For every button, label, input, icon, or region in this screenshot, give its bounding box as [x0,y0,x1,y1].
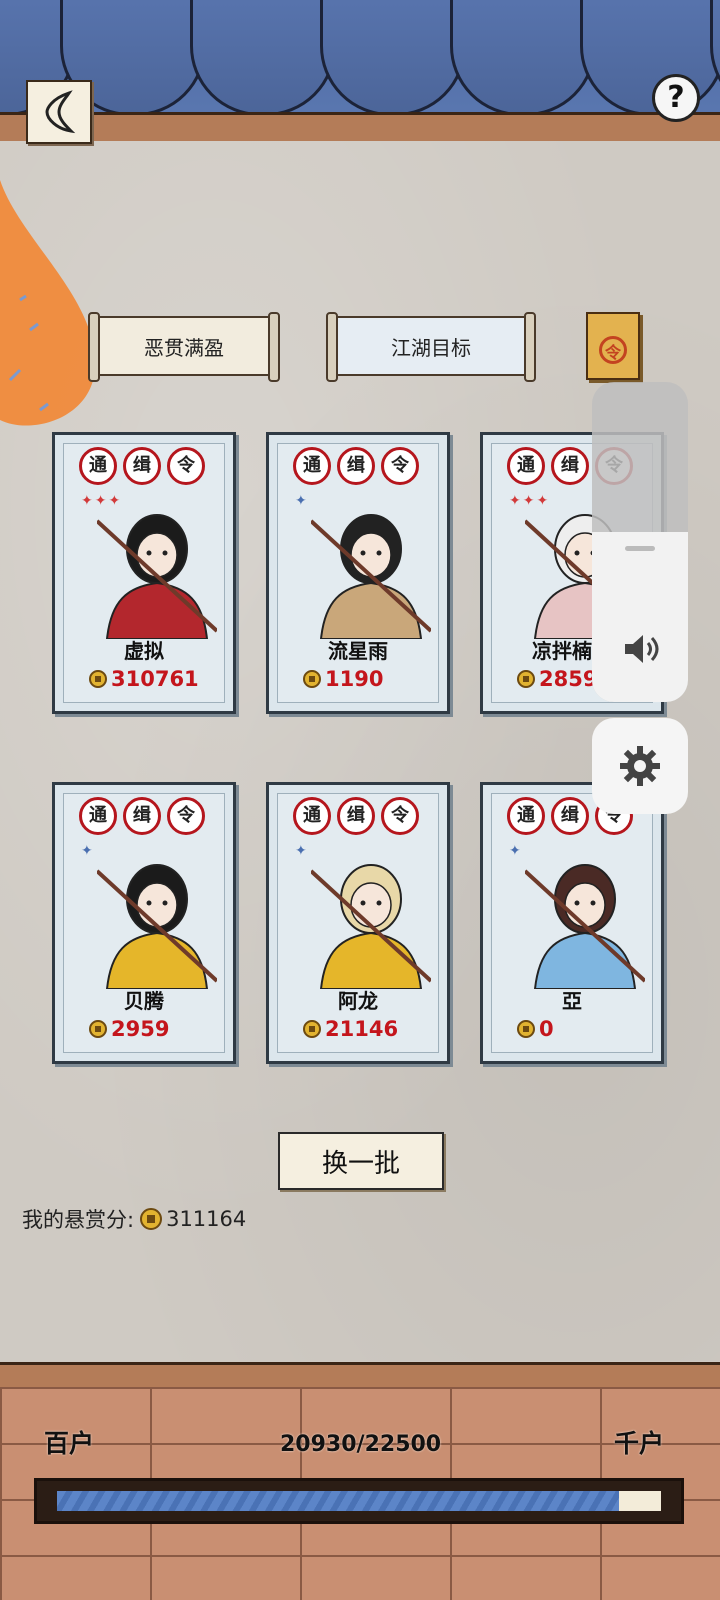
bounty-value: 2859 [539,667,598,691]
character-portrait [97,514,217,639]
coin-icon [140,1208,163,1230]
coin-icon [517,1020,535,1038]
star-rating: ✦ [509,843,523,859]
back-button[interactable] [26,80,92,144]
wanted-badges: 通缉令 [293,797,419,835]
wanted-badges: 通缉令 [79,447,205,485]
gear-icon [620,746,660,786]
back-chevron-icon [45,90,76,134]
volume-fill [592,532,688,702]
my-score-value: 311164 [166,1207,247,1231]
speaker-icon [625,635,659,663]
character-name: 贝腾 [124,989,164,1013]
rank-progress-text: 20930/22500 [280,1432,442,1457]
wanted-card[interactable]: 通缉令 ✦ 亞 0 [480,782,664,1064]
wanted-card[interactable]: 通缉令 ✦ 流星雨 1190 [266,432,450,714]
bounty-score: 2859 [517,667,597,691]
wanted-badge: 通 [293,447,331,485]
volume-slider[interactable] [592,382,688,702]
volume-handle[interactable] [625,546,655,551]
wanted-badge: 缉 [337,447,375,485]
wanted-badge: 缉 [551,797,589,835]
coin-icon [303,670,321,688]
wanted-badge: 通 [507,447,545,485]
question-mark-icon: ? [667,80,685,115]
star-icon: ✦ [81,843,95,859]
bounty-score: 310761 [89,667,199,691]
wanted-badge: 令 [381,447,419,485]
coin-icon [303,1020,321,1038]
wanted-badge: 缉 [123,797,161,835]
wanted-badge: 令 [167,447,205,485]
character-name: 虚拟 [124,639,164,663]
roof-decoration [0,0,720,118]
character-name: 亞 [562,989,582,1013]
coin-icon [517,670,535,688]
roof-beam [0,112,720,144]
help-button[interactable]: ? [652,74,700,122]
character-portrait [97,864,217,989]
character-portrait [525,864,645,989]
bounty-score: 21146 [303,1017,398,1041]
star-icon: ✦ [509,493,523,509]
bounty-value: 0 [539,1017,554,1041]
wanted-badge: 缉 [337,797,375,835]
current-rank: 百户 [44,1429,95,1458]
wanted-badge: 通 [293,797,331,835]
bounty-score: 0 [517,1017,554,1041]
star-rating: ✦ [295,843,309,859]
star-rating: ✦ [81,843,95,859]
character-portrait [311,514,431,639]
wanted-badge: 缉 [551,447,589,485]
wanted-card[interactable]: 通缉令 ✦ 贝腾 2959 [52,782,236,1064]
wanted-card[interactable]: 通缉令 ✦ 阿龙 21146 [266,782,450,1064]
character-portrait [311,864,431,989]
refresh-label: 换一批 [321,1148,400,1179]
tab-label: 江湖目标 [391,335,471,360]
tab-notorious[interactable]: 恶贯满盈 [88,312,280,382]
bounty-value: 21146 [325,1017,399,1041]
wanted-badges: 通缉令 [293,447,419,485]
coin-icon [89,670,107,688]
book-seal-icon[interactable]: 令 [586,312,640,380]
wanted-badge: 通 [79,797,117,835]
my-score-label: 我的悬赏分: [22,1208,135,1232]
star-icon: ✦ [295,843,309,859]
bounty-score: 2959 [89,1017,169,1041]
floor-beam [0,1362,720,1390]
wanted-card[interactable]: 通缉令 ✦✦✦ 虚拟 310761 [52,432,236,714]
progress-fill [57,1491,619,1511]
wanted-badge: 令 [381,797,419,835]
next-rank: 千户 [614,1429,665,1458]
wanted-badges: 通缉令 [79,797,205,835]
rank-progress-bar [34,1478,684,1524]
bounty-value: 1190 [325,667,384,691]
star-icon: ✦ [509,843,523,859]
character-name: 阿龙 [338,989,378,1013]
my-bounty-score: 我的悬赏分: 311164 [22,1204,246,1234]
star-rating: ✦ [295,493,309,509]
character-name: 流星雨 [328,639,388,663]
wanted-badge: 通 [507,797,545,835]
wanted-badge: 通 [79,447,117,485]
bounty-value: 2959 [111,1017,170,1041]
star-icon: ✦ [295,493,309,509]
coin-icon [89,1020,107,1038]
settings-button[interactable] [592,718,688,814]
star-icon: ✦ [81,493,95,509]
wanted-badge: 缉 [123,447,161,485]
bounty-value: 310761 [111,667,199,691]
progress-track [57,1491,661,1511]
orange-scribble [0,180,96,426]
wanted-badge: 令 [167,797,205,835]
bounty-score: 1190 [303,667,383,691]
refresh-batch-button[interactable]: 换一批 [278,1132,444,1190]
tab-jianghu-goals[interactable]: 江湖目标 [326,312,536,382]
tab-label: 恶贯满盈 [144,335,224,360]
book-seal-mark: 令 [599,336,627,364]
